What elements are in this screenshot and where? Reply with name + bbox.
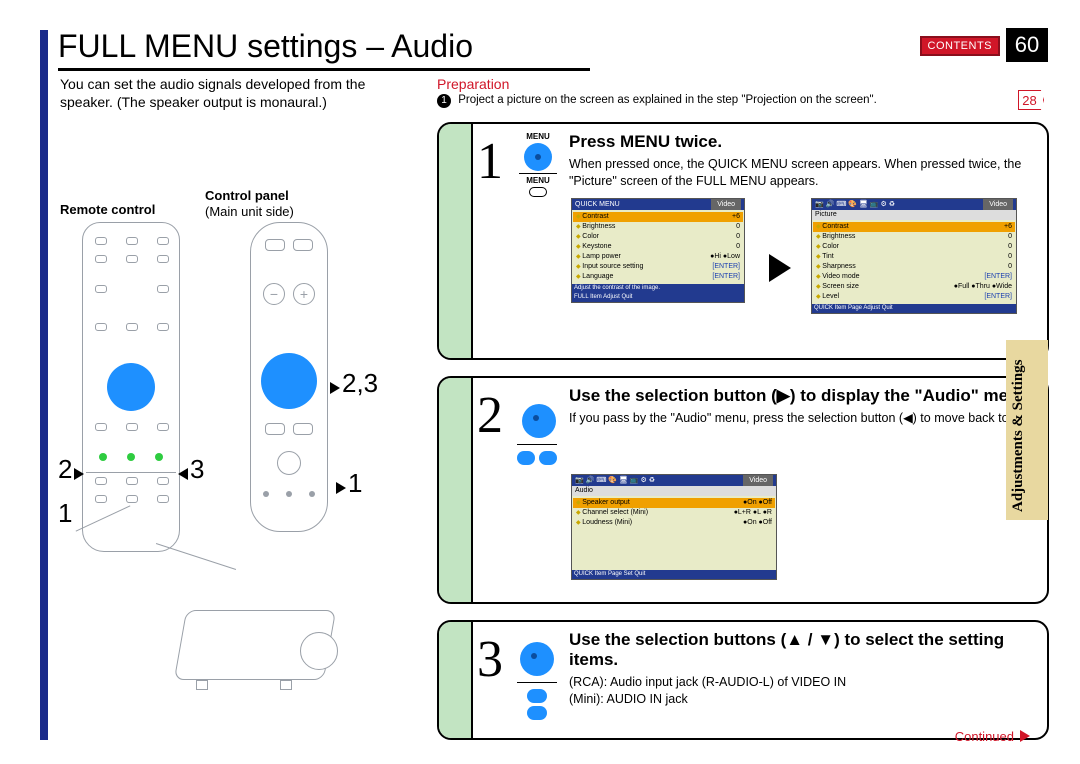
preparation-text: 1 Project a picture on the screen as exp… xyxy=(437,94,877,108)
callout-1-left: 1 xyxy=(58,498,72,529)
arrow-icon xyxy=(336,482,346,494)
arrow-icon xyxy=(330,382,340,394)
leader-line xyxy=(156,543,236,570)
quick-menu-screenshot: QUICK MENUVideo Contrast+6 Brightness0 C… xyxy=(571,198,745,303)
dpad-diagram xyxy=(517,640,557,720)
step-number: 3 xyxy=(477,630,503,689)
page-number: 60 xyxy=(1006,28,1048,62)
step-accent xyxy=(439,124,473,358)
continued-indicator: Continued xyxy=(955,729,1030,744)
dpad-icon xyxy=(261,353,317,409)
remote-control-illustration xyxy=(82,222,180,552)
callout-2-3: 2,3 xyxy=(342,368,378,399)
down-button-icon xyxy=(527,706,547,720)
remote-control-label: Remote control xyxy=(60,202,155,217)
step-body-line2: (Mini): AUDIO IN jack xyxy=(569,691,1037,708)
preparation-heading: Preparation xyxy=(437,76,509,92)
intro-text: You can set the audio signals developed … xyxy=(60,76,400,111)
dpad-icon xyxy=(107,363,155,411)
menu-key-icon xyxy=(529,187,547,197)
bullet-number-icon: 1 xyxy=(437,94,451,108)
dpad-icon xyxy=(520,642,554,676)
section-tab: Adjustments & Settings xyxy=(1006,340,1048,520)
step-title: Use the selection button (▶) to display … xyxy=(569,386,1037,406)
audio-menu-screenshot: 📷 🔊 ⌨ 🎨 🖥 📺 ⚙ ♻Video Audio Speaker outpu… xyxy=(571,474,777,580)
page-reference-link[interactable]: 28 xyxy=(1018,90,1044,110)
right-button-icon xyxy=(539,451,557,465)
step-accent xyxy=(439,378,473,602)
left-button-icon xyxy=(517,451,535,465)
callout-1-right: 1 xyxy=(348,468,362,499)
arrow-right-icon xyxy=(769,254,791,282)
callout-3: 3 xyxy=(190,454,204,485)
arrow-icon xyxy=(178,468,188,480)
control-panel-sublabel: (Main unit side) xyxy=(205,204,294,219)
step-body: When pressed once, the QUICK MENU screen… xyxy=(569,156,1037,190)
title-underline xyxy=(58,68,590,71)
dpad-diagram xyxy=(517,402,561,469)
arrow-icon xyxy=(74,468,84,480)
step-2-box: 2 Use the selection button (▶) to displa… xyxy=(437,376,1049,604)
preparation-body: Project a picture on the screen as expla… xyxy=(458,94,877,106)
picture-menu-screenshot: 📷 🔊 ⌨ 🎨 🖥 📺 ⚙ ♻Video Picture Contrast+6 … xyxy=(811,198,1017,314)
control-panel-label: Control panel xyxy=(205,188,289,203)
step-1-box: 1 MENU MENU Press MENU twice. When press… xyxy=(437,122,1049,360)
contents-button[interactable]: CONTENTS xyxy=(920,36,1001,56)
page-title: FULL MENU settings – Audio xyxy=(58,28,473,65)
left-accent-bar xyxy=(40,30,48,740)
step-number: 1 xyxy=(477,132,503,191)
menu-button-diagram: MENU MENU xyxy=(515,132,561,199)
callout-2: 2 xyxy=(58,454,72,485)
projector-illustration xyxy=(170,590,350,700)
step-title: Use the selection buttons (▲ / ▼) to sel… xyxy=(569,630,1037,670)
step-3-box: 3 Use the selection buttons (▲ / ▼) to s… xyxy=(437,620,1049,740)
up-button-icon xyxy=(527,689,547,703)
step-body: If you pass by the "Audio" menu, press t… xyxy=(569,410,1037,427)
step-body-line1: (RCA): Audio input jack (R-AUDIO-L) of V… xyxy=(569,674,1037,691)
step-number: 2 xyxy=(477,386,503,445)
step-accent xyxy=(439,622,473,738)
menu-button-icon xyxy=(524,143,552,171)
step-title: Press MENU twice. xyxy=(569,132,1037,152)
dpad-icon xyxy=(522,404,556,438)
control-panel-illustration: −+ xyxy=(250,222,328,532)
section-tab-label: Adjustments & Settings xyxy=(1010,342,1027,512)
